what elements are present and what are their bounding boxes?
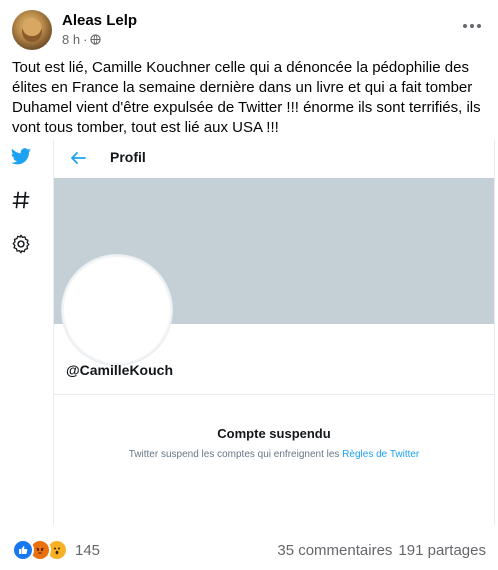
- post-time[interactable]: 8 h: [62, 32, 80, 47]
- post-footer: 145 35 commentaires 191 partages: [12, 538, 486, 562]
- hashtag-icon[interactable]: [10, 189, 32, 211]
- twitter-profile-panel: Profil @CamilleKouch Compte suspendu Twi…: [53, 140, 495, 525]
- globe-icon: [90, 34, 102, 45]
- divider: [54, 394, 494, 395]
- profile-avatar: [62, 255, 172, 365]
- suspended-text: Twitter suspend les comptes qui enfreign…: [128, 449, 340, 460]
- post-meta: 8 h ·: [62, 32, 102, 47]
- profile-title: Profil: [110, 149, 146, 165]
- twitter-bird-icon[interactable]: [10, 146, 32, 168]
- more-dot-icon: [477, 24, 481, 28]
- comments-count[interactable]: 35 commentaires: [277, 542, 392, 559]
- back-arrow-icon[interactable]: [68, 148, 88, 168]
- like-icon: [12, 539, 34, 561]
- author-name[interactable]: Aleas Lelp: [62, 12, 137, 29]
- reaction-count: 145: [75, 541, 101, 559]
- suspended-title: Compte suspendu: [217, 426, 331, 441]
- reactions-summary[interactable]: 145: [12, 539, 101, 561]
- post-text: Tout est lié, Camille Kouchner celle qui…: [12, 59, 481, 136]
- profile-header: Profil: [54, 140, 494, 178]
- more-dot-icon: [470, 24, 474, 28]
- meta-separator: ·: [83, 32, 88, 47]
- more-options-button[interactable]: [458, 16, 486, 36]
- shares-count[interactable]: 191 partages: [398, 542, 486, 559]
- author-avatar[interactable]: [12, 10, 52, 50]
- suspended-message: Twitter suspend les comptes qui enfreign…: [54, 449, 494, 460]
- rules-link[interactable]: Règles de Twitter: [342, 449, 419, 460]
- profile-handle: @CamilleKouch: [66, 362, 174, 378]
- post-header: Aleas Lelp 8 h ·: [12, 10, 486, 54]
- more-dot-icon: [463, 24, 467, 28]
- post-stats: 35 commentaires 191 partages: [277, 542, 486, 559]
- twitter-nav-rail: [0, 140, 42, 525]
- settings-icon[interactable]: [10, 233, 32, 255]
- twitter-screenshot: Profil @CamilleKouch Compte suspendu Twi…: [0, 140, 498, 525]
